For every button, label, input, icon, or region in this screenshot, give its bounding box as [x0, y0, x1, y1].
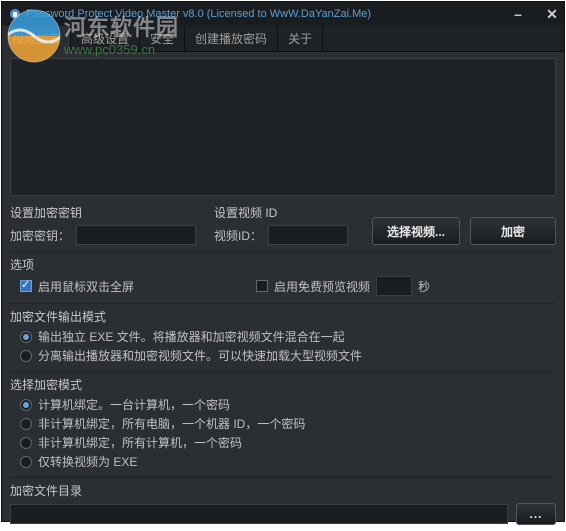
encmode-not-bind-mid-label: 非计算机绑定，所有电脑，一个机器 ID，一个密码	[38, 415, 305, 432]
close-button[interactable]: ✕	[544, 6, 560, 23]
video-id-input[interactable]	[268, 225, 348, 245]
content: 设置加密密钥 加密密钥： 设置视频 ID 视频ID： 选择视频... 加密 选项	[2, 52, 564, 531]
tab-about[interactable]: 关于	[278, 26, 323, 52]
options-title: 选项	[10, 256, 556, 273]
encrypt-key-group: 设置加密密钥 加密密钥：	[10, 204, 196, 245]
encrypt-key-label: 加密密钥：	[10, 227, 70, 244]
tabbar: 视频加密 高级设置 安全 创建播放密码 关于	[2, 26, 564, 52]
output-mode-title: 加密文件输出模式	[10, 308, 556, 325]
encmode-pc-bind-label: 计算机绑定。一台计算机，一个密码	[38, 396, 230, 413]
tab-video-encrypt[interactable]: 视频加密	[2, 26, 71, 52]
tab-security[interactable]: 安全	[140, 26, 185, 52]
encmode-pc-bind-radio[interactable]	[20, 399, 32, 411]
encmode-exe-only-label: 仅转换视频为 EXE	[38, 453, 137, 470]
free-preview-label: 启用免费预览视频	[274, 278, 370, 295]
video-preview-area	[10, 58, 556, 196]
minimize-button[interactable]: –	[510, 6, 526, 22]
browse-dir-button[interactable]: ...	[516, 503, 556, 525]
output-separate-radio[interactable]	[20, 350, 32, 362]
encmode-not-bind-all-radio[interactable]	[20, 437, 32, 449]
encmode-not-bind-mid-radio[interactable]	[20, 418, 32, 430]
tab-advanced[interactable]: 高级设置	[71, 26, 140, 52]
window-title: Password Protect Video Master v8.0 (Lice…	[26, 8, 371, 20]
output-single-exe-label: 输出独立 EXE 文件。将播放器和加密视频文件混合在一起	[38, 328, 345, 345]
select-video-button[interactable]: 选择视频...	[372, 217, 460, 245]
tab-create-password[interactable]: 创建播放密码	[185, 26, 278, 52]
seconds-suffix: 秒	[418, 278, 430, 295]
window-controls: – ✕	[510, 2, 560, 26]
app-icon	[8, 7, 22, 21]
video-id-section-label: 设置视频 ID	[214, 204, 348, 221]
output-separate-label: 分离输出播放器和加密视频文件。可以快速加载大型视频文件	[38, 347, 362, 364]
encrypt-button[interactable]: 加密	[470, 217, 556, 245]
video-id-group: 设置视频 ID 视频ID：	[214, 204, 348, 245]
output-single-exe-radio[interactable]	[20, 331, 32, 343]
preview-seconds-input[interactable]	[376, 276, 412, 296]
dblclick-fullscreen-checkbox[interactable]	[20, 280, 32, 292]
encmode-exe-only-radio[interactable]	[20, 456, 32, 468]
app-window: Password Protect Video Master v8.0 (Lice…	[1, 1, 565, 522]
encrypt-key-section-label: 设置加密密钥	[10, 204, 196, 221]
encrypt-mode-title: 选择加密模式	[10, 376, 556, 393]
encrypt-key-input[interactable]	[76, 225, 196, 245]
dblclick-fullscreen-label: 启用鼠标双击全屏	[38, 278, 134, 295]
titlebar: Password Protect Video Master v8.0 (Lice…	[2, 2, 564, 26]
dir-title: 加密文件目录	[10, 482, 556, 499]
encmode-not-bind-all-label: 非计算机绑定，所有计算机，一个密码	[38, 434, 242, 451]
output-dir-input[interactable]	[10, 504, 508, 524]
free-preview-checkbox[interactable]	[256, 280, 268, 292]
video-id-label: 视频ID：	[214, 227, 262, 244]
